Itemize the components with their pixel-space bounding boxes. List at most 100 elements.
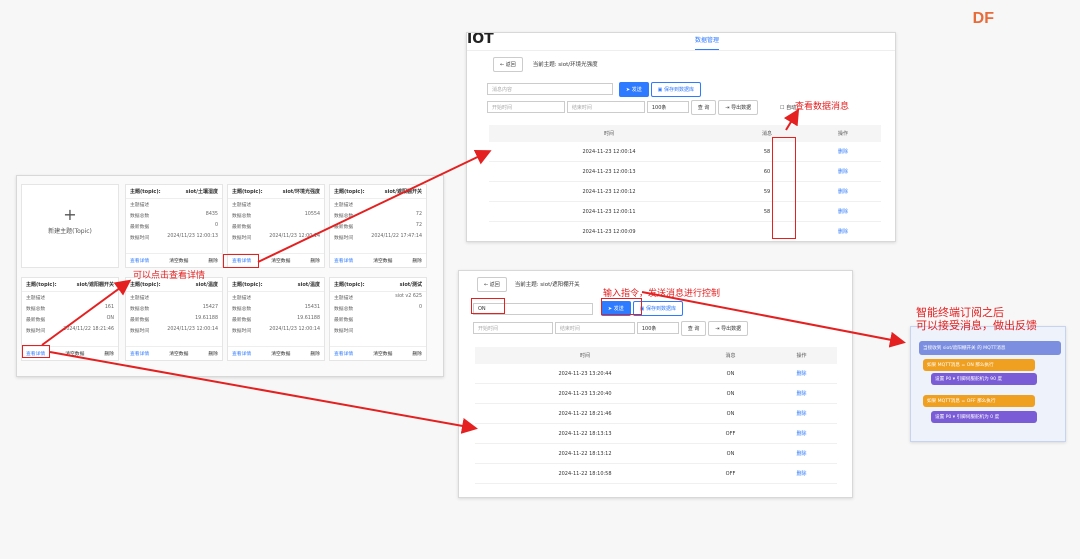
topic-card-row: 数据时间 2024/11/23 12:00:14 xyxy=(228,232,324,243)
cell-time: 2024-11-23 12:00:12 xyxy=(489,181,729,202)
row-value: 2024/11/23 12:00:14 xyxy=(167,327,218,332)
table-row: 2024-11-22 18:13:13 OFF 删除 xyxy=(475,423,837,444)
delete-link[interactable]: 删除 xyxy=(766,443,837,464)
cell-message: ON xyxy=(695,443,766,464)
clear-data-button[interactable]: 清空数据 xyxy=(271,257,290,264)
delete-link[interactable]: 删除 xyxy=(805,142,881,162)
message-input[interactable]: 消息内容 xyxy=(487,83,613,95)
view-details-button[interactable]: 查看详情 xyxy=(130,257,149,264)
topic-card-row: 数据时间 xyxy=(330,325,426,336)
topic-card-title: 主题(topic): siot/遮阳棚开关 xyxy=(330,185,426,199)
row-value: 2024/11/22 17:47:14 xyxy=(371,234,422,239)
topic-label: 主题(topic): xyxy=(130,189,161,195)
annotation-can-click: 可以点击查看详情 xyxy=(133,271,206,281)
table-row: 2024-11-22 18:13:12 ON 删除 xyxy=(475,443,837,464)
view-details-button[interactable]: 查看详情 xyxy=(334,350,353,357)
delete-link[interactable]: 删除 xyxy=(805,181,881,202)
view-details-button[interactable]: 查看详情 xyxy=(232,350,251,357)
data-panel-top: IOT 数据管理 ← 返回 当前主题: siot/环境光强度 消息内容 ➤ 发送… xyxy=(466,32,896,242)
row-key: 数据时间 xyxy=(334,236,354,241)
set-on-block[interactable]: 设置 P0 ▾ 引脚伺服舵机为 90 度 xyxy=(931,373,1037,385)
delete-button[interactable]: 删除 xyxy=(310,257,320,264)
subscribe-block[interactable]: 当接收到 siot/遮阳棚开关 的 MQTT消息 xyxy=(919,341,1061,355)
topic-card-actions: 查看详情 清空数据 删除 xyxy=(126,346,222,360)
delete-link[interactable]: 删除 xyxy=(805,161,881,182)
row-value: siot v2 625 xyxy=(395,294,422,299)
end-time-input[interactable]: 结束时间 xyxy=(566,101,645,113)
delete-button[interactable]: 删除 xyxy=(104,350,114,357)
delete-link[interactable]: 删除 xyxy=(805,201,881,222)
save-db-button[interactable]: ▣ 保存到数据库 xyxy=(650,82,701,97)
col-time: 时间 xyxy=(475,347,695,364)
topic-label: 主题(topic): xyxy=(334,189,365,195)
if-on-block[interactable]: 如果 MQTT消息 = ON 那么执行 xyxy=(923,359,1035,371)
delete-link[interactable]: 删除 xyxy=(766,463,837,484)
new-topic-label: 新建主题(Topic) xyxy=(48,228,92,235)
delete-button[interactable]: 删除 xyxy=(412,257,422,264)
clear-data-button[interactable]: 清空数据 xyxy=(373,350,392,357)
back-button[interactable]: ← 返回 xyxy=(477,277,507,292)
row-key: 主题描述 xyxy=(26,296,46,301)
row-key: 最新数据 xyxy=(130,318,150,323)
new-topic-card[interactable]: + 新建主题(Topic) xyxy=(21,184,119,268)
row-key: 数据总数 xyxy=(232,307,252,312)
topic-card-row: 主题描述 xyxy=(330,199,426,210)
cell-message: ON xyxy=(695,403,766,424)
export-label: 导出数据 xyxy=(731,105,752,111)
topic-card-row: 数据总数 10554 xyxy=(228,210,324,221)
topic-card-title: 主题(topic): siot/温度 xyxy=(228,278,324,292)
row-key: 数据总数 xyxy=(130,214,150,219)
cell-message: OFF xyxy=(695,423,766,444)
start-time-input[interactable]: 开始时间 xyxy=(473,322,553,334)
cell-time: 2024-11-23 12:00:14 xyxy=(489,142,729,162)
clear-data-button[interactable]: 清空数据 xyxy=(271,350,290,357)
set-off-block[interactable]: 设置 P0 ▾ 引脚伺服舵机为 0 度 xyxy=(931,411,1037,423)
export-button[interactable]: ⇥ 导出数据 xyxy=(718,100,759,115)
back-button[interactable]: ← 返回 xyxy=(493,57,523,72)
delete-button[interactable]: 删除 xyxy=(208,350,218,357)
delete-button[interactable]: 删除 xyxy=(208,257,218,264)
col-time: 时间 xyxy=(489,125,729,142)
topic-label: 主题(topic): xyxy=(130,282,161,288)
row-key: 数据时间 xyxy=(130,236,150,241)
query-button[interactable]: 查 询 xyxy=(680,321,707,336)
tab-data-management[interactable]: 数据管理 xyxy=(695,35,720,50)
delete-link[interactable]: 删除 xyxy=(805,221,881,241)
clear-data-button[interactable]: 清空数据 xyxy=(65,350,84,357)
cell-time: 2024-11-23 13:20:40 xyxy=(475,383,695,404)
delete-link[interactable]: 删除 xyxy=(766,364,837,384)
topic-card-row: 最新数据 19.61188 xyxy=(126,314,222,325)
row-value: 0 xyxy=(418,305,422,310)
cell-time: 2024-11-22 18:21:46 xyxy=(475,403,695,424)
auto-refresh-checkbox[interactable]: ☐ 自动 xyxy=(780,105,796,111)
annotation-view-msg: 查看数据消息 xyxy=(795,102,850,112)
delete-link[interactable]: 删除 xyxy=(766,423,837,444)
send-button[interactable]: ➤ 发送 xyxy=(618,82,649,97)
cell-time: 2024-11-22 18:13:13 xyxy=(475,423,695,444)
if-off-block[interactable]: 如果 MQTT消息 = OFF 那么执行 xyxy=(923,395,1035,407)
topbar: ← 返回 当前主题: siot/环境光强度 xyxy=(493,57,598,72)
send-label: 发送 xyxy=(631,87,642,93)
delete-button[interactable]: 删除 xyxy=(310,350,320,357)
export-button[interactable]: ⇥ 导出数据 xyxy=(708,321,749,336)
end-time-input[interactable]: 结束时间 xyxy=(554,322,635,334)
view-details-button[interactable]: 查看详情 xyxy=(334,257,353,264)
clear-data-button[interactable]: 清空数据 xyxy=(169,350,188,357)
query-button[interactable]: 查 询 xyxy=(690,100,717,115)
topics-panel: + 新建主题(Topic) 主题(topic): siot/土壤湿度 主题描述 数据总… xyxy=(16,175,444,377)
topic-card: 主题(topic): siot/温度 主题描述 数据总数 15431 最新数据 19.611… xyxy=(227,277,325,361)
clear-data-button[interactable]: 清空数据 xyxy=(169,257,188,264)
view-details-button[interactable]: 查看详情 xyxy=(130,350,149,357)
start-time-input[interactable]: 开始时间 xyxy=(487,101,565,113)
delete-link[interactable]: 删除 xyxy=(766,383,837,404)
count-select[interactable]: 100条 xyxy=(636,322,679,334)
topic-card-title: 主题(topic): siot/测试 xyxy=(330,278,426,292)
topic-card-row: 数据总数 15431 xyxy=(228,303,324,314)
delete-link[interactable]: 删除 xyxy=(766,403,837,424)
count-select[interactable]: 100条 xyxy=(646,101,689,113)
table-row: 2024-11-22 18:21:46 ON 删除 xyxy=(475,403,837,424)
cell-time: 2024-11-23 12:00:13 xyxy=(489,161,729,182)
row-value: 19.61188 xyxy=(297,316,320,321)
delete-button[interactable]: 删除 xyxy=(412,350,422,357)
clear-data-button[interactable]: 清空数据 xyxy=(373,257,392,264)
